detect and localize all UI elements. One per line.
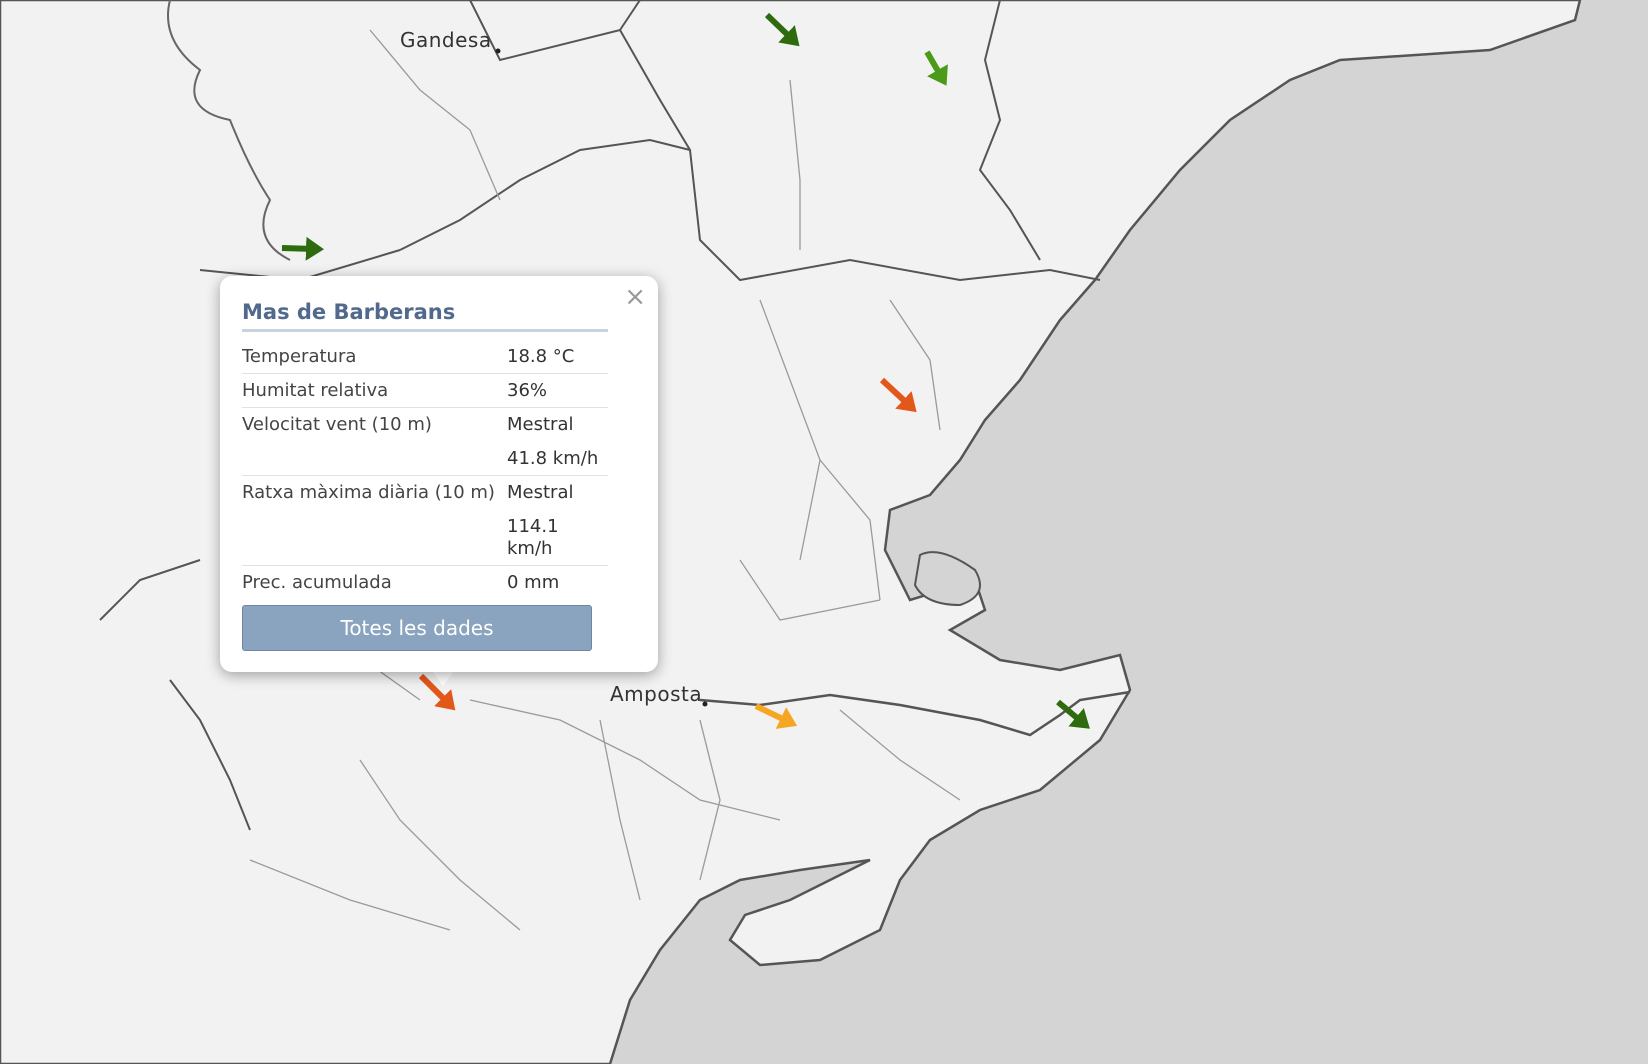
- popup-title: Mas de Barberans: [242, 300, 608, 332]
- row-label-precipitation: Prec. acumulada: [242, 572, 392, 593]
- row-value-precipitation: 0 mm: [507, 572, 560, 593]
- row-label-max-gust: Ratxa màxima diària (10 m): [242, 475, 507, 566]
- table-row: Temperatura 18.8 °C: [242, 340, 608, 374]
- row-value-wind-speed: 41.8 km/h: [507, 448, 599, 469]
- station-popup: × Mas de Barberans Temperatura 18.8 °C H…: [220, 276, 658, 672]
- row-label-humidity: Humitat relativa: [242, 373, 507, 408]
- table-row: Prec. acumulada 0 mm: [242, 566, 608, 600]
- table-row: Ratxa màxima diària (10 m) Mestral 114.1…: [242, 475, 608, 566]
- place-label-amposta: Amposta: [610, 682, 703, 706]
- close-icon[interactable]: ×: [624, 284, 646, 310]
- table-row: Humitat relativa 36%: [242, 373, 608, 408]
- all-data-button[interactable]: Totes les dades: [242, 605, 592, 651]
- table-row: Velocitat vent (10 m) Mestral 41.8 km/h: [242, 407, 608, 476]
- row-value-gust-direction: Mestral: [507, 482, 574, 503]
- row-value-humidity: 36%: [507, 380, 548, 401]
- row-label-temperature: Temperatura: [242, 340, 507, 374]
- row-value-gust-speed: 114.1 km/h: [507, 516, 559, 559]
- place-label-gandesa: Gandesa: [400, 28, 492, 52]
- gandesa-dot: [495, 48, 501, 54]
- amposta-dot: [702, 701, 708, 707]
- row-label-wind-speed: Velocitat vent (10 m): [242, 407, 507, 476]
- wind-arrow[interactable]: [281, 236, 324, 261]
- row-value-temperature: 18.8 °C: [507, 346, 575, 367]
- row-value-wind-direction: Mestral: [507, 414, 574, 435]
- station-data-table: Temperatura 18.8 °C Humitat relativa 36%…: [242, 340, 608, 599]
